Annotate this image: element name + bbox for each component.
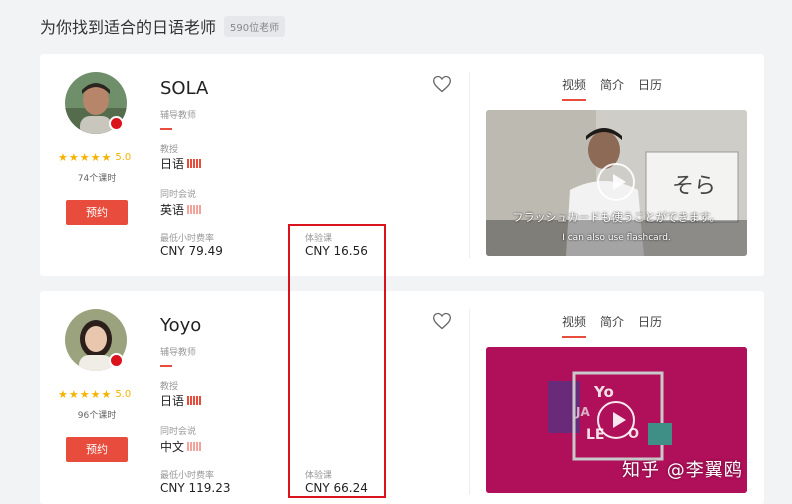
- min-rate-value: CNY 119.23: [160, 481, 231, 495]
- heart-icon[interactable]: [432, 74, 452, 94]
- book-button[interactable]: 预约: [66, 437, 128, 462]
- teaches-label: 教授: [160, 382, 179, 392]
- whiteboard-text: そら: [672, 174, 717, 199]
- tab-intro[interactable]: 简介: [600, 76, 624, 101]
- teacher-role: 辅导教师: [160, 348, 197, 358]
- card-divider: [469, 72, 470, 258]
- online-status-dot: [109, 353, 124, 368]
- tab-video[interactable]: 视频: [562, 76, 587, 101]
- play-icon[interactable]: [597, 163, 635, 201]
- teaches-language: 日语: [160, 394, 185, 408]
- teacher-name[interactable]: Yoyo: [160, 315, 201, 336]
- watermark: 知乎 @李翼鸥: [622, 460, 743, 481]
- tab-video[interactable]: 视频: [562, 313, 587, 338]
- video-caption-en: I can also use flashcard.: [562, 233, 671, 243]
- teaches-label: 教授: [160, 145, 179, 155]
- video-text: Yo: [594, 383, 614, 401]
- also-speaks-label: 同时会说: [160, 190, 197, 200]
- tab-calendar[interactable]: 日历: [638, 313, 662, 338]
- teacher-count-badge: 590位老师: [224, 15, 286, 37]
- teacher-role: 辅导教师: [160, 111, 197, 121]
- media-tabs: 视频 简介 日历: [562, 313, 662, 338]
- media-tabs: 视频 简介 日历: [562, 76, 662, 101]
- video-text: JA: [576, 405, 590, 419]
- results-header: 为你找到适合的日语老师 590位老师: [40, 14, 286, 38]
- rating-value: 5.0: [115, 152, 132, 163]
- online-status-dot: [109, 116, 124, 131]
- star-icon: ★★★★★: [58, 151, 113, 164]
- card-divider: [469, 309, 470, 495]
- proficiency-bars-icon: [187, 442, 202, 451]
- star-icon: ★★★★★: [58, 388, 113, 401]
- rating: ★★★★★ 5.0: [58, 388, 131, 401]
- book-button[interactable]: 预约: [66, 200, 128, 225]
- trial-price-highlight-box: [288, 224, 386, 498]
- tab-intro[interactable]: 简介: [600, 313, 624, 338]
- min-rate-label: 最低小时费率: [160, 234, 215, 244]
- lesson-count: 74个课时: [77, 174, 117, 184]
- lesson-count: 96个课时: [77, 411, 117, 421]
- role-underline: [160, 365, 172, 367]
- video-caption-jp: フラッシュカードも使うことができます。: [512, 211, 721, 224]
- role-underline: [160, 128, 172, 130]
- play-icon[interactable]: [597, 401, 635, 439]
- also-speaks-value: 中文: [160, 438, 202, 455]
- page-title: 为你找到适合的日语老师: [40, 18, 217, 37]
- rating-value: 5.0: [115, 389, 132, 400]
- min-rate-label: 最低小时费率: [160, 471, 215, 481]
- also-speaks-language: 英语: [160, 203, 185, 217]
- rating: ★★★★★ 5.0: [58, 151, 131, 164]
- proficiency-bars-icon: [187, 205, 202, 214]
- also-speaks-language: 中文: [160, 440, 185, 454]
- intro-video[interactable]: フラッシュカードも使うことができます。 I can also use flash…: [486, 110, 747, 256]
- teaches-value: 日语: [160, 392, 202, 409]
- proficiency-bars-icon: [187, 159, 202, 168]
- teacher-card[interactable]: ★★★★★ 5.0 74个课时 预约 SOLA 辅导教师 教授 日语 同时会说 …: [40, 54, 764, 276]
- teacher-name[interactable]: SOLA: [160, 78, 208, 99]
- teaches-language: 日语: [160, 157, 185, 171]
- min-rate-value: CNY 79.49: [160, 244, 223, 258]
- also-speaks-value: 英语: [160, 201, 202, 218]
- also-speaks-label: 同时会说: [160, 427, 197, 437]
- proficiency-bars-icon: [187, 396, 202, 405]
- teaches-value: 日语: [160, 155, 202, 172]
- tab-calendar[interactable]: 日历: [638, 76, 662, 101]
- heart-icon[interactable]: [432, 311, 452, 331]
